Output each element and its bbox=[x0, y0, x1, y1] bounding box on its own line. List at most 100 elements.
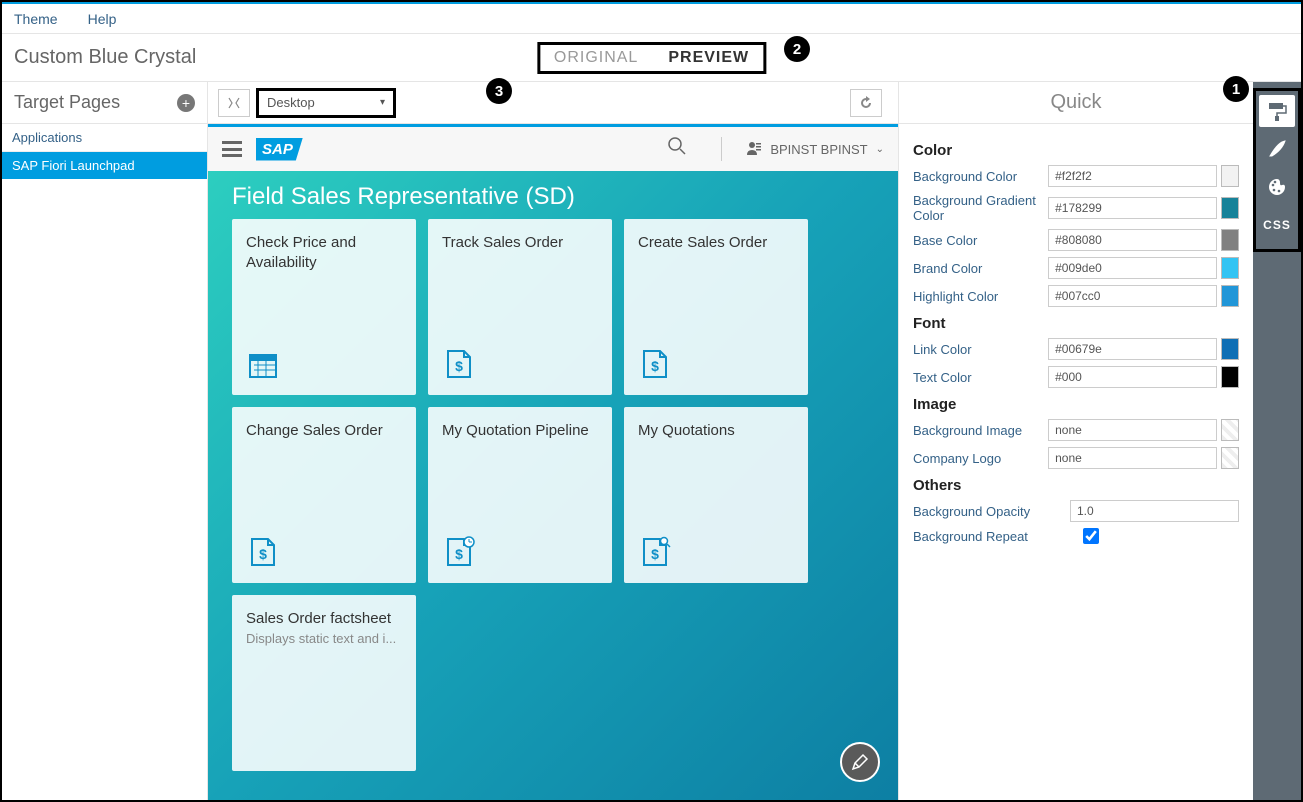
refresh-icon bbox=[859, 96, 873, 110]
label-link-color: Link Color bbox=[913, 342, 1048, 357]
label-bg-color: Background Color bbox=[913, 169, 1048, 184]
preview-area: SAP BPINST BPINST ⌄ Field Sales Represen… bbox=[208, 124, 898, 800]
device-select-value: Desktop bbox=[267, 95, 315, 110]
pencil-icon bbox=[851, 753, 869, 771]
tile-title: Create Sales Order bbox=[638, 233, 794, 253]
user-icon bbox=[746, 140, 762, 159]
chevron-down-icon: ⌄ bbox=[876, 144, 884, 155]
input-brand-color[interactable] bbox=[1048, 257, 1217, 279]
tile-quotation-pipeline[interactable]: My Quotation Pipeline $ bbox=[428, 407, 612, 583]
swatch-base-color[interactable] bbox=[1221, 229, 1239, 251]
swatch-bg-color[interactable] bbox=[1221, 165, 1239, 187]
user-menu[interactable]: BPINST BPINST ⌄ bbox=[746, 140, 884, 159]
callout-2: 2 bbox=[784, 36, 810, 62]
divider bbox=[721, 137, 722, 161]
sidebar-item-launchpad[interactable]: SAP Fiori Launchpad bbox=[2, 152, 207, 179]
label-bg-repeat: Background Repeat bbox=[913, 529, 1083, 544]
label-bg-opacity: Background Opacity bbox=[913, 504, 1070, 519]
preview-center: Desktop ▾ SAP BPINST BPINS bbox=[208, 82, 898, 800]
dollar-document-icon: $ bbox=[442, 347, 476, 381]
rail-expert-button[interactable] bbox=[1259, 133, 1295, 165]
refresh-button[interactable] bbox=[850, 89, 882, 117]
label-base-color: Base Color bbox=[913, 233, 1048, 248]
menu-theme[interactable]: Theme bbox=[14, 11, 58, 27]
swatch-highlight-color[interactable] bbox=[1221, 285, 1239, 307]
label-brand-color: Brand Color bbox=[913, 261, 1048, 276]
tool-rail: CSS bbox=[1253, 82, 1301, 800]
quick-panel-title: Quick bbox=[899, 82, 1253, 124]
chevron-down-icon: ▾ bbox=[380, 97, 385, 108]
input-bg-gradient[interactable] bbox=[1048, 197, 1217, 219]
tile-title: Sales Order factsheet bbox=[246, 609, 402, 629]
menu-bar: Theme Help bbox=[2, 2, 1301, 34]
input-highlight-color[interactable] bbox=[1048, 285, 1217, 307]
roller-icon bbox=[1267, 101, 1287, 121]
label-text-color: Text Color bbox=[913, 370, 1048, 385]
callout-3: 3 bbox=[486, 78, 512, 104]
input-bg-color[interactable] bbox=[1048, 165, 1217, 187]
label-highlight-color: Highlight Color bbox=[913, 289, 1048, 304]
swatch-brand-color[interactable] bbox=[1221, 257, 1239, 279]
tile-title: Track Sales Order bbox=[442, 233, 598, 253]
palette-icon bbox=[1267, 177, 1287, 197]
tab-original[interactable]: ORIGINAL bbox=[554, 49, 638, 67]
tile-title: Change Sales Order bbox=[246, 421, 402, 441]
tile-create-sales[interactable]: Create Sales Order $ bbox=[624, 219, 808, 395]
swatch-text-color[interactable] bbox=[1221, 366, 1239, 388]
input-base-color[interactable] bbox=[1048, 229, 1217, 251]
title-bar: Custom Blue Crystal ORIGINAL PREVIEW bbox=[2, 34, 1301, 82]
hamburger-icon[interactable] bbox=[222, 141, 242, 157]
tile-change-sales[interactable]: Change Sales Order $ bbox=[232, 407, 416, 583]
rail-css-button[interactable]: CSS bbox=[1259, 209, 1295, 241]
tile-check-price[interactable]: Check Price and Availability bbox=[232, 219, 416, 395]
tile-title: My Quotation Pipeline bbox=[442, 421, 598, 441]
swatch-company-logo[interactable] bbox=[1221, 447, 1239, 469]
preview-toolbar: Desktop ▾ bbox=[208, 82, 898, 124]
tile-track-sales[interactable]: Track Sales Order $ bbox=[428, 219, 612, 395]
checkbox-bg-repeat[interactable] bbox=[1083, 528, 1099, 544]
svg-text:$: $ bbox=[259, 546, 267, 562]
label-bg-gradient: Background Gradient Color bbox=[913, 193, 1048, 223]
section-color: Color bbox=[913, 142, 1239, 159]
sidebar-title: Target Pages bbox=[14, 92, 120, 113]
label-company-logo: Company Logo bbox=[913, 451, 1048, 466]
rail-quick-button[interactable] bbox=[1259, 95, 1295, 127]
target-pages-sidebar: Target Pages + Applications SAP Fiori La… bbox=[2, 82, 208, 800]
sidebar-section-applications[interactable]: Applications bbox=[2, 124, 207, 152]
swatch-bg-gradient[interactable] bbox=[1221, 197, 1239, 219]
toggle-split-button[interactable] bbox=[218, 89, 250, 117]
add-page-button[interactable]: + bbox=[177, 94, 195, 112]
tile-title: Check Price and Availability bbox=[246, 233, 402, 272]
tab-preview[interactable]: PREVIEW bbox=[668, 49, 749, 67]
quick-panel: Quick Color Background Color Background … bbox=[898, 82, 1253, 800]
group-title: Field Sales Representative (SD) bbox=[208, 171, 898, 219]
input-bg-image[interactable] bbox=[1048, 419, 1217, 441]
tile-container: Check Price and Availability Track Sales… bbox=[208, 219, 898, 771]
input-link-color[interactable] bbox=[1048, 338, 1217, 360]
section-font: Font bbox=[913, 315, 1239, 332]
swatch-link-color[interactable] bbox=[1221, 338, 1239, 360]
input-company-logo[interactable] bbox=[1048, 447, 1217, 469]
tile-factsheet[interactable]: Sales Order factsheet Displays static te… bbox=[232, 595, 416, 771]
label-bg-image: Background Image bbox=[913, 423, 1048, 438]
menu-help[interactable]: Help bbox=[88, 11, 117, 27]
swatch-bg-image[interactable] bbox=[1221, 419, 1239, 441]
edit-fab[interactable] bbox=[840, 742, 880, 782]
rail-palette-button[interactable] bbox=[1259, 171, 1295, 203]
svg-text:$: $ bbox=[651, 358, 659, 374]
svg-text:$: $ bbox=[455, 358, 463, 374]
dollar-document-icon: $ bbox=[638, 347, 672, 381]
dollar-document-clock-icon: $ bbox=[442, 535, 476, 569]
theme-title: Custom Blue Crystal bbox=[14, 46, 196, 69]
section-others: Others bbox=[913, 477, 1239, 494]
search-icon[interactable] bbox=[667, 136, 687, 162]
shell-header: SAP BPINST BPINST ⌄ bbox=[208, 127, 898, 171]
dollar-document-icon: $ bbox=[246, 535, 280, 569]
section-image: Image bbox=[913, 396, 1239, 413]
tile-subtitle: Displays static text and i... bbox=[246, 631, 402, 646]
tile-my-quotations[interactable]: My Quotations $ bbox=[624, 407, 808, 583]
tile-title: My Quotations bbox=[638, 421, 794, 441]
input-text-color[interactable] bbox=[1048, 366, 1217, 388]
device-select[interactable]: Desktop ▾ bbox=[256, 88, 396, 118]
input-bg-opacity[interactable] bbox=[1070, 500, 1239, 522]
